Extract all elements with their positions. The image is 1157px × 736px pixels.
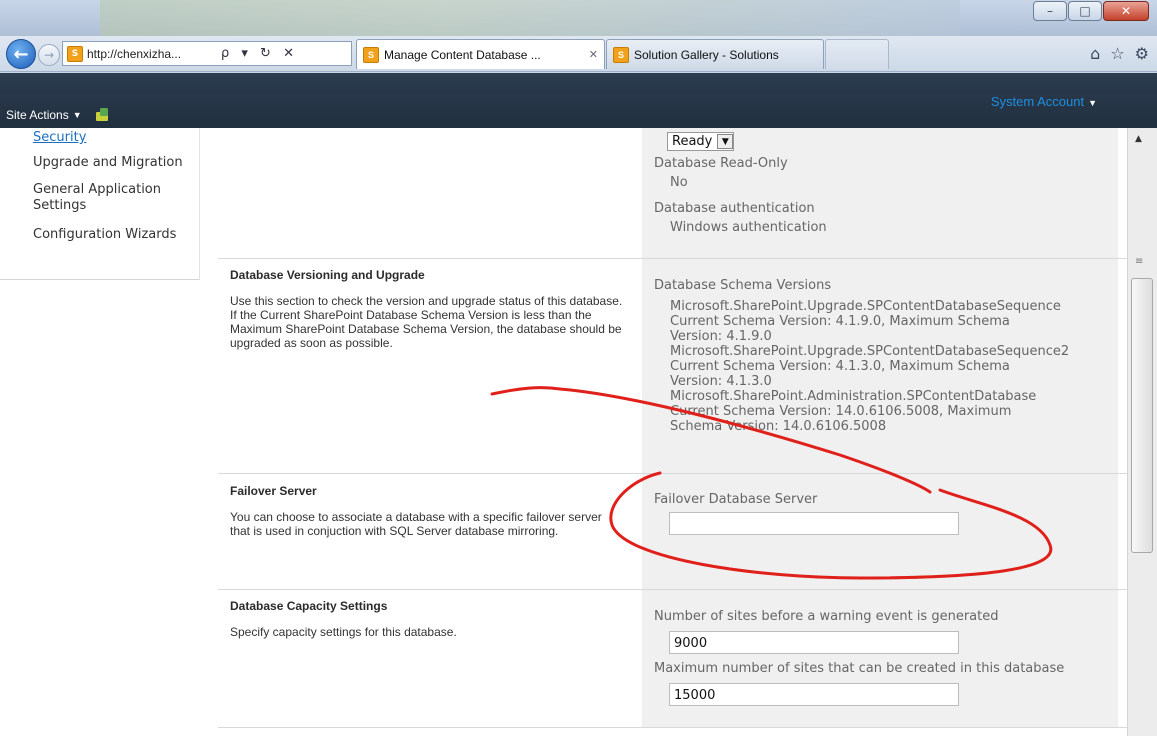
schema-version-line: Current Schema Version: 4.1.3.0, Maximum… <box>670 359 1010 374</box>
window-controls: – □ ✕ <box>1032 1 1149 21</box>
auth-value: Windows authentication <box>670 220 827 235</box>
nav-item-configuration-wizards[interactable]: Configuration Wizards <box>33 227 176 243</box>
capacity-fields: Number of sites before a warning event i… <box>642 590 1118 727</box>
failover-section: Failover Server You can choose to associ… <box>218 474 1127 590</box>
gear-icon[interactable]: ⚙ <box>1135 44 1149 63</box>
browser-toolbar-icons: ⌂ ☆ ⚙ <box>1090 44 1149 63</box>
schema-version-line: Version: 4.1.9.0 <box>670 329 772 344</box>
warning-sites-input[interactable]: 9000 <box>669 631 959 654</box>
nav-item-general-application-settings[interactable]: General Application Settings <box>33 182 183 214</box>
new-tab-button[interactable] <box>825 39 889 69</box>
browser-navbar: ← → S http://chenxizha... ρ ▾ ↻ ✕ S Mana… <box>0 36 1157 72</box>
arrow-left-icon: ← <box>13 43 29 65</box>
tab-solution-gallery[interactable]: S Solution Gallery - Solutions <box>606 39 824 69</box>
sharepoint-favicon-icon: S <box>363 46 379 63</box>
home-icon[interactable]: ⌂ <box>1090 44 1100 63</box>
close-window-button[interactable]: ✕ <box>1103 1 1149 21</box>
window-titlebar: – □ ✕ <box>0 0 1157 38</box>
tab-label: Manage Content Database ... <box>384 47 541 62</box>
failover-server-label: Failover Database Server <box>654 492 818 507</box>
schema-version-line: Microsoft.SharePoint.Administration.SPCo… <box>670 389 1037 404</box>
tab-manage-content-database[interactable]: S Manage Content Database ... ✕ <box>356 39 605 69</box>
capacity-section: Database Capacity Settings Specify capac… <box>218 590 1127 728</box>
chevron-down-icon: ▼ <box>72 110 82 120</box>
chevron-down-icon: ▼ <box>1088 98 1097 108</box>
vertical-scrollbar[interactable]: ▲ ≡ <box>1127 128 1157 736</box>
sharepoint-favicon-icon: S <box>613 46 629 63</box>
maximize-button[interactable]: □ <box>1068 1 1102 21</box>
star-icon[interactable]: ☆ <box>1110 44 1124 63</box>
capacity-description: Specify capacity settings for this datab… <box>230 625 457 639</box>
schema-version-line: Microsoft.SharePoint.Upgrade.SPContentDa… <box>670 344 1070 359</box>
scroll-grip-icon: ≡ <box>1135 256 1144 267</box>
schema-version-line: Version: 4.1.3.0 <box>670 374 772 389</box>
warning-sites-label: Number of sites before a warning event i… <box>654 609 999 624</box>
site-actions-label: Site Actions <box>6 108 69 122</box>
failover-description-block: Failover Server You can choose to associ… <box>230 484 625 538</box>
tab-label: Solution Gallery - Solutions <box>634 47 779 62</box>
status-dropdown[interactable]: Ready ▼ <box>667 132 735 151</box>
failover-fields: Failover Database Server <box>642 474 1118 589</box>
read-only-value: No <box>670 175 688 190</box>
schema-versions-label: Database Schema Versions <box>654 278 832 293</box>
failover-description: You can choose to associate a database w… <box>230 510 602 538</box>
address-tools-icons[interactable]: ρ ▾ ↻ ✕ <box>221 46 298 61</box>
status-value: Ready <box>672 134 713 149</box>
versioning-title: Database Versioning and Upgrade <box>230 268 425 282</box>
max-sites-label: Maximum number of sites that can be crea… <box>654 661 1065 676</box>
chevron-down-icon: ▼ <box>717 134 734 149</box>
arrow-right-icon: → <box>43 48 55 62</box>
schema-versions-list: Microsoft.SharePoint.Upgrade.SPContentDa… <box>670 299 1122 434</box>
schema-version-line: Microsoft.SharePoint.Upgrade.SPContentDa… <box>670 299 1061 314</box>
site-actions-menu[interactable]: Site Actions ▼ <box>6 108 110 122</box>
nav-item-security[interactable]: Security <box>33 130 86 146</box>
versioning-section: Database Versioning and Upgrade Use this… <box>218 259 1127 474</box>
page-content: Security Upgrade and Migration General A… <box>0 128 1127 736</box>
forward-button[interactable]: → <box>38 44 60 66</box>
schema-version-line: Current Schema Version: 4.1.9.0, Maximum… <box>670 314 1010 329</box>
address-bar[interactable]: S http://chenxizha... ρ ▾ ↻ ✕ <box>62 41 352 66</box>
system-account-menu[interactable]: System Account ▼ <box>991 94 1097 109</box>
navigate-up-icon[interactable] <box>94 108 110 122</box>
read-only-label: Database Read-Only <box>654 156 788 171</box>
address-url[interactable]: http://chenxizha... <box>87 47 215 61</box>
failover-server-input[interactable] <box>669 512 959 535</box>
max-sites-input[interactable]: 15000 <box>669 683 959 706</box>
versioning-description-block: Database Versioning and Upgrade Use this… <box>230 268 625 350</box>
main-settings: Ready ▼ Database Read-Only No Database a… <box>218 128 1127 736</box>
tab-close-icon[interactable]: ✕ <box>589 48 598 61</box>
status-section-fields: Ready ▼ Database Read-Only No Database a… <box>642 128 1118 258</box>
minimize-button[interactable]: – <box>1033 1 1067 21</box>
left-navigation: Security Upgrade and Migration General A… <box>0 128 200 280</box>
scroll-up-icon[interactable]: ▲ <box>1135 134 1142 144</box>
auth-label: Database authentication <box>654 201 815 216</box>
sharepoint-ribbon: Site Actions ▼ System Account ▼ <box>0 73 1157 128</box>
system-account-label: System Account <box>990 94 1085 109</box>
versioning-description: Use this section to check the version an… <box>230 294 623 350</box>
schema-version-line: Current Schema Version: 14.0.6106.5008, … <box>670 404 1012 419</box>
status-section: Ready ▼ Database Read-Only No Database a… <box>218 128 1127 259</box>
nav-item-upgrade-migration[interactable]: Upgrade and Migration <box>33 155 183 171</box>
scrollbar-thumb[interactable] <box>1131 278 1153 553</box>
back-button[interactable]: ← <box>6 39 36 69</box>
sharepoint-favicon-icon: S <box>67 45 83 62</box>
capacity-description-block: Database Capacity Settings Specify capac… <box>230 599 625 639</box>
schema-version-line: Schema Version: 14.0.6106.5008 <box>670 419 887 434</box>
capacity-title: Database Capacity Settings <box>230 599 388 613</box>
failover-title: Failover Server <box>230 484 317 498</box>
background-window-ghost <box>100 0 960 36</box>
versioning-fields: Database Schema Versions Microsoft.Share… <box>642 259 1118 473</box>
